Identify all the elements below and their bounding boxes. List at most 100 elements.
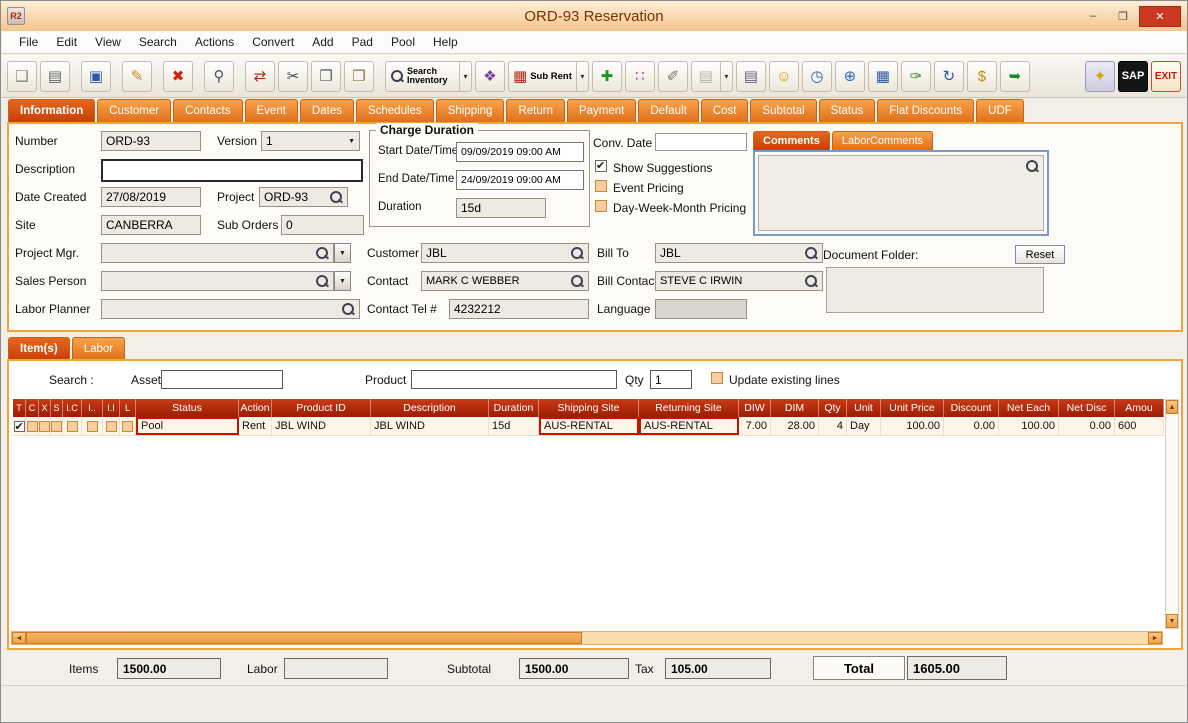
close-button[interactable]: ✕ bbox=[1139, 6, 1181, 27]
tab-contacts[interactable]: Contacts bbox=[173, 99, 242, 122]
col-dim[interactable]: DIM bbox=[771, 399, 819, 417]
project-mgr-lookup-icon[interactable] bbox=[315, 246, 329, 260]
description-field[interactable] bbox=[101, 159, 363, 182]
horizontal-scrollbar[interactable]: ◄ ► bbox=[11, 631, 1163, 645]
tab-status[interactable]: Status bbox=[819, 99, 876, 122]
menu-actions[interactable]: Actions bbox=[186, 32, 243, 52]
vertical-scrollbar[interactable]: ▲ ▼ bbox=[1165, 399, 1179, 629]
menu-edit[interactable]: Edit bbox=[47, 32, 86, 52]
find-button[interactable]: ⚲ bbox=[204, 61, 234, 92]
menu-view[interactable]: View bbox=[86, 32, 130, 52]
search-inventory-dropdown[interactable]: ▾ bbox=[460, 61, 472, 92]
col-qty[interactable]: Qty bbox=[819, 399, 847, 417]
cell-action[interactable]: Rent bbox=[239, 417, 272, 435]
tab-event[interactable]: Event bbox=[245, 99, 298, 122]
edit-document-button[interactable]: ✑ bbox=[901, 61, 931, 92]
product-input[interactable] bbox=[411, 370, 617, 389]
col-description[interactable]: Description bbox=[371, 399, 489, 417]
comments-lookup-icon[interactable] bbox=[1025, 159, 1039, 173]
exit-button[interactable]: EXIT bbox=[1151, 61, 1181, 92]
print-preview-button[interactable]: ▤ bbox=[691, 61, 721, 92]
table-row[interactable]: Pool Rent JBL WIND JBL WIND 15d AUS-RENT… bbox=[13, 417, 1164, 436]
cut-button[interactable]: ✂ bbox=[278, 61, 308, 92]
menu-pad[interactable]: Pad bbox=[343, 32, 382, 52]
print-button[interactable]: ▤ bbox=[40, 61, 70, 92]
cell-status[interactable]: Pool bbox=[136, 417, 239, 435]
tab-schedules[interactable]: Schedules bbox=[356, 99, 434, 122]
col-i2[interactable]: I.. bbox=[82, 399, 103, 417]
col-ii[interactable]: I.I bbox=[103, 399, 120, 417]
col-x[interactable]: X bbox=[39, 399, 51, 417]
menu-search[interactable]: Search bbox=[130, 32, 186, 52]
money-button[interactable]: $ bbox=[967, 61, 997, 92]
tab-subtotal[interactable]: Subtotal bbox=[750, 99, 816, 122]
col-product-id[interactable]: Product ID bbox=[272, 399, 371, 417]
tab-default[interactable]: Default bbox=[638, 99, 698, 122]
new-document-button[interactable]: ❑ bbox=[7, 61, 37, 92]
cell-product-id[interactable]: JBL WIND bbox=[272, 417, 371, 435]
smiley-button[interactable]: ☺ bbox=[769, 61, 799, 92]
print-setup-button[interactable]: ▤ bbox=[736, 61, 766, 92]
col-t[interactable]: T bbox=[13, 399, 26, 417]
col-shipping-site[interactable]: Shipping Site bbox=[539, 399, 639, 417]
customer-lookup-icon[interactable] bbox=[570, 246, 584, 260]
document-folder-box[interactable] bbox=[826, 267, 1044, 313]
menu-convert[interactable]: Convert bbox=[243, 32, 303, 52]
menu-file[interactable]: File bbox=[10, 32, 47, 52]
paste-button[interactable]: ❒ bbox=[344, 61, 374, 92]
project-field[interactable]: ORD-93 bbox=[259, 187, 348, 207]
update-existing-lines-checkbox[interactable] bbox=[711, 372, 723, 384]
site-field[interactable]: CANBERRA bbox=[101, 215, 201, 235]
conv-date-field[interactable] bbox=[655, 133, 747, 151]
col-amount[interactable]: Amou bbox=[1115, 399, 1164, 417]
row-check-ii[interactable] bbox=[103, 417, 120, 435]
row-checkbox[interactable] bbox=[67, 421, 78, 432]
start-datetime-field[interactable]: 09/09/2019 09:00 AM bbox=[456, 142, 584, 162]
cell-amount[interactable]: 600 bbox=[1115, 417, 1164, 435]
col-status[interactable]: Status bbox=[136, 399, 239, 417]
tab-return[interactable]: Return bbox=[506, 99, 565, 122]
row-check-s[interactable] bbox=[51, 417, 63, 435]
sales-person-combo-button[interactable]: ▼ bbox=[334, 271, 351, 291]
tab-items[interactable]: Item(s) bbox=[8, 337, 70, 360]
menu-pool[interactable]: Pool bbox=[382, 32, 424, 52]
cell-shipping-site[interactable]: AUS-RENTAL bbox=[539, 417, 639, 435]
qty-input[interactable]: 1 bbox=[650, 370, 692, 389]
save-button[interactable]: ▣ bbox=[81, 61, 111, 92]
project-mgr-field[interactable] bbox=[101, 243, 334, 263]
cell-duration[interactable]: 15d bbox=[489, 417, 539, 435]
cell-dim[interactable]: 28.00 bbox=[771, 417, 819, 435]
end-datetime-field[interactable]: 24/09/2019 09:00 AM bbox=[456, 170, 584, 190]
currency-refresh-button[interactable]: ↻ bbox=[934, 61, 964, 92]
delete-button[interactable]: ✖ bbox=[163, 61, 193, 92]
tab-labor[interactable]: Labor bbox=[72, 337, 125, 360]
spinner-icon[interactable]: ▼ bbox=[348, 138, 355, 145]
print-preview-dropdown[interactable]: ▾ bbox=[721, 61, 733, 92]
row-checkbox[interactable] bbox=[87, 421, 98, 432]
cell-qty[interactable]: 4 bbox=[819, 417, 847, 435]
asset-input[interactable] bbox=[161, 370, 283, 389]
number-field[interactable]: ORD-93 bbox=[101, 131, 201, 151]
col-discount[interactable]: Discount bbox=[944, 399, 999, 417]
event-pricing-checkbox[interactable] bbox=[595, 180, 607, 192]
dwm-pricing-checkbox[interactable] bbox=[595, 200, 607, 212]
col-returning-site[interactable]: Returning Site bbox=[639, 399, 739, 417]
cell-returning-site[interactable]: AUS-RENTAL bbox=[639, 417, 739, 435]
tab-labor-comments[interactable]: LaborComments bbox=[832, 131, 933, 150]
transfer-button[interactable]: ➥ bbox=[1000, 61, 1030, 92]
row-checkbox[interactable] bbox=[122, 421, 133, 432]
horizontal-scroll-thumb[interactable] bbox=[26, 632, 582, 644]
row-check-t[interactable] bbox=[13, 417, 26, 435]
maximize-button[interactable]: ❐ bbox=[1109, 6, 1137, 27]
contact-tel-field[interactable]: 4232212 bbox=[449, 299, 589, 319]
col-net-disc[interactable]: Net Disc bbox=[1059, 399, 1115, 417]
row-check-l[interactable] bbox=[120, 417, 136, 435]
row-checkbox-checked[interactable] bbox=[14, 421, 25, 432]
search-inventory-button[interactable]: Search Inventory bbox=[385, 61, 460, 92]
authorize-button[interactable]: ✦ bbox=[1085, 61, 1115, 92]
scroll-up-icon[interactable]: ▲ bbox=[1166, 400, 1178, 414]
minimize-button[interactable]: – bbox=[1079, 6, 1107, 27]
tab-information[interactable]: Information bbox=[8, 99, 95, 122]
group-button[interactable]: ∷ bbox=[625, 61, 655, 92]
duration-field[interactable]: 15d bbox=[456, 198, 546, 218]
